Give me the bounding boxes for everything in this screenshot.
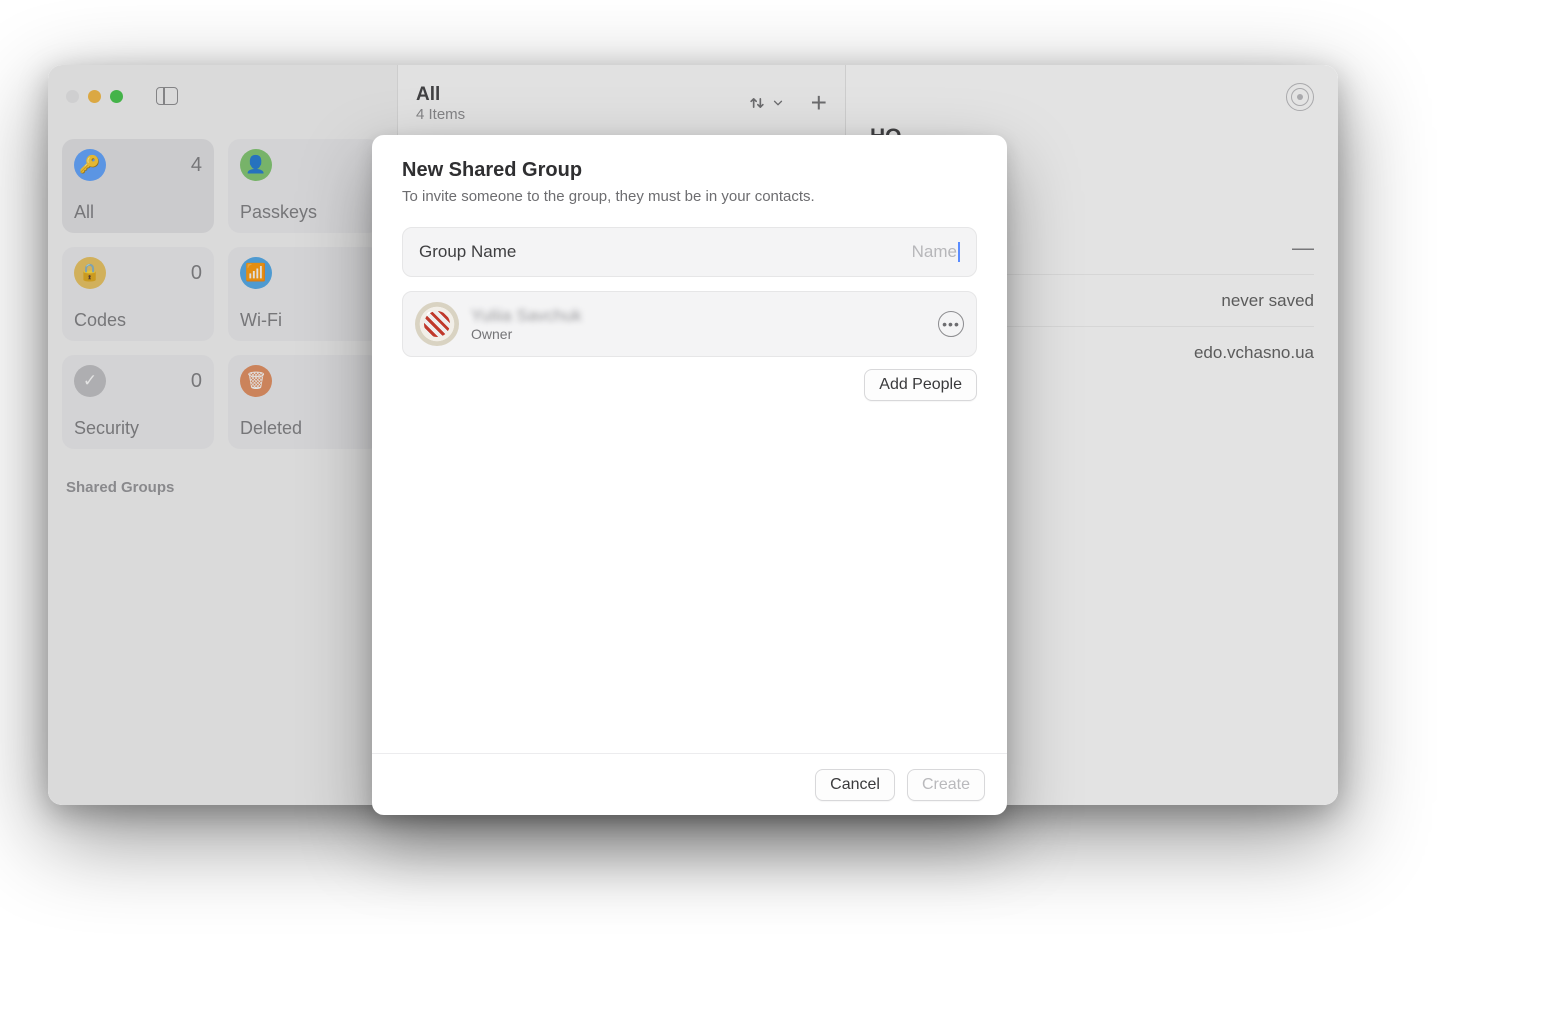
sidebar-tile-security[interactable]: ✓ 0 Security	[62, 355, 214, 449]
toggle-sidebar-button[interactable]	[156, 87, 178, 105]
sidebar-tiles: 🔑 4 All 👤 Passkeys 🔒 0 Codes 📶 Wi-Fi ✓ 0 Se…	[62, 139, 383, 449]
member-name: Yuliia Savchuk	[471, 306, 582, 326]
new-shared-group-dialog: New Shared Group To invite someone to th…	[372, 135, 1007, 815]
password-value: never saved	[1221, 291, 1314, 311]
cancel-button[interactable]: Cancel	[815, 769, 895, 801]
add-people-button[interactable]: Add People	[864, 369, 977, 401]
shared-groups-heading: Shared Groups	[62, 479, 383, 496]
member-row: Yuliia Savchuk Owner •••	[402, 291, 977, 357]
person-icon: 👤	[240, 149, 272, 181]
zoom-window-button[interactable]	[110, 90, 123, 103]
sidebar: 🔑 4 All 👤 Passkeys 🔒 0 Codes 📶 Wi-Fi ✓ 0 Se…	[48, 65, 398, 805]
sidebar-tile-wifi[interactable]: 📶 Wi-Fi	[228, 247, 380, 341]
sort-button[interactable]	[747, 93, 785, 113]
tile-label: Passkeys	[240, 202, 368, 223]
website-value: edo.vchasno.ua	[1194, 343, 1314, 363]
minus-icon: —	[1292, 235, 1314, 261]
check-icon: ✓	[74, 365, 106, 397]
avatar	[415, 302, 459, 346]
lock-icon: 🔒	[74, 257, 106, 289]
ellipsis-icon: •••	[942, 316, 960, 332]
tile-count: 4	[191, 154, 202, 177]
tile-label: Wi-Fi	[240, 310, 368, 331]
sidebar-tile-codes[interactable]: 🔒 0 Codes	[62, 247, 214, 341]
dialog-title: New Shared Group	[402, 159, 977, 182]
sort-arrows-icon	[747, 93, 767, 113]
add-item-button[interactable]: +	[811, 95, 827, 112]
trash-icon: 🗑	[240, 365, 272, 397]
dialog-footer: Cancel Create	[372, 753, 1007, 815]
sidebar-tile-passkeys[interactable]: 👤 Passkeys	[228, 139, 380, 233]
tile-count: 0	[191, 370, 202, 393]
close-window-button[interactable]	[66, 90, 79, 103]
chevron-down-icon	[771, 96, 785, 110]
sidebar-tile-all[interactable]: 🔑 4 All	[62, 139, 214, 233]
list-header: All 4 Items +	[398, 65, 845, 137]
member-role: Owner	[471, 326, 582, 342]
tile-count: 0	[191, 262, 202, 285]
tile-label: All	[74, 202, 202, 223]
member-more-button[interactable]: •••	[938, 311, 964, 337]
create-button[interactable]: Create	[907, 769, 985, 801]
tile-label: Security	[74, 418, 202, 439]
group-name-input[interactable]: Name	[912, 242, 960, 262]
tile-label: Codes	[74, 310, 202, 331]
window-controls	[62, 75, 383, 111]
tile-label: Deleted	[240, 418, 368, 439]
sidebar-tile-deleted[interactable]: 🗑 Deleted	[228, 355, 380, 449]
list-title: All	[416, 84, 465, 106]
group-name-field[interactable]: Group Name Name	[402, 227, 977, 277]
wifi-icon: 📶	[240, 257, 272, 289]
group-name-label: Group Name	[419, 242, 516, 262]
dialog-hint: To invite someone to the group, they mus…	[402, 188, 977, 205]
list-subtitle: 4 Items	[416, 106, 465, 123]
minimize-window-button[interactable]	[88, 90, 101, 103]
key-icon: 🔑	[74, 149, 106, 181]
airdrop-icon[interactable]	[1286, 83, 1314, 111]
